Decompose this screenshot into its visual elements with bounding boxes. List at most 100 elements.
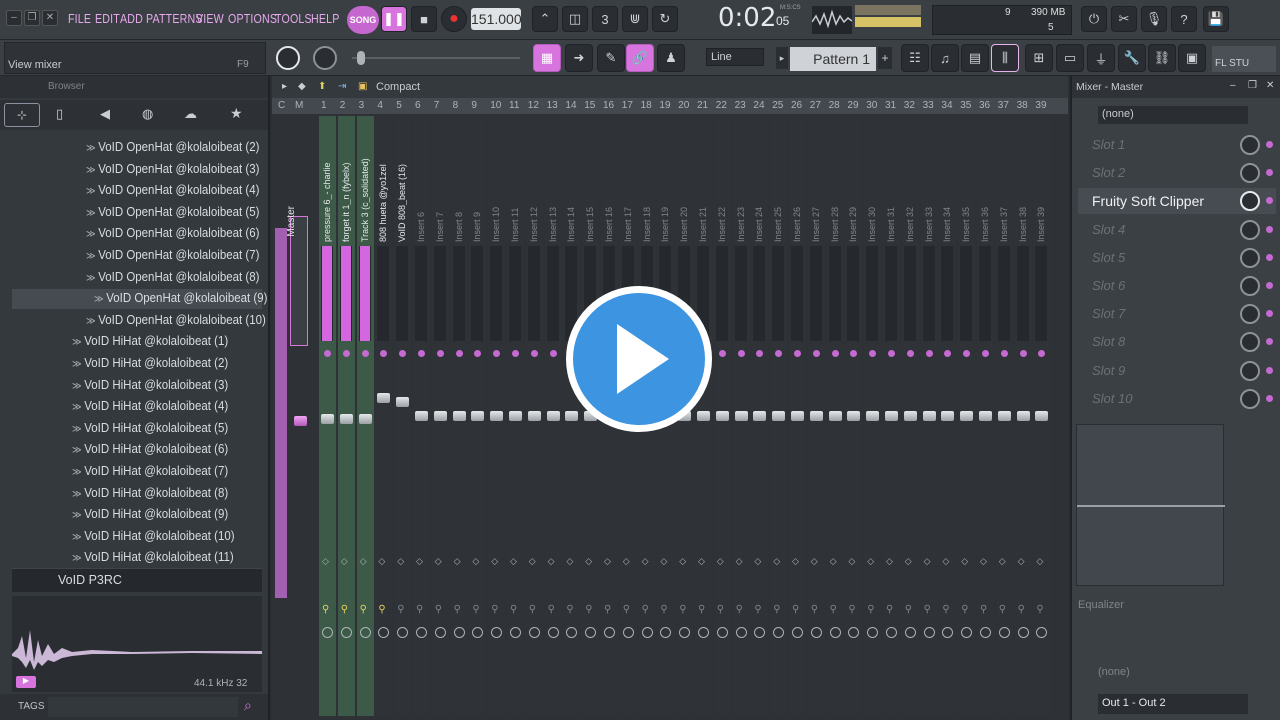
pan-icon[interactable]: ◇	[1036, 556, 1043, 567]
insert-fader[interactable]	[358, 414, 372, 424]
pan-icon[interactable]: ◇	[360, 556, 367, 567]
slot-mix-knob[interactable]	[1240, 135, 1260, 155]
power-icon[interactable]: ⏻	[1081, 6, 1107, 32]
slot-mix-knob[interactable]	[1240, 247, 1260, 268]
slot-mix-knob[interactable]	[1240, 163, 1260, 184]
slot-enable-dot[interactable]	[1266, 394, 1273, 402]
insert-active-dot[interactable]	[831, 350, 839, 357]
insert-fader[interactable]	[753, 411, 767, 421]
menu-item-tools[interactable]: TOOLS	[275, 11, 312, 26]
insert-active-dot[interactable]	[418, 350, 425, 357]
record-arm-icon[interactable]	[453, 627, 465, 638]
insert-fader[interactable]	[772, 411, 786, 421]
loop-record-icon[interactable]: ↻	[652, 6, 678, 32]
eq-graph[interactable]	[1076, 424, 1225, 586]
pan-icon[interactable]: ◇	[454, 556, 461, 567]
browser-item[interactable]: ≫ VoID OpenHat @kolaloibeat (3)	[86, 162, 259, 176]
pan-icon[interactable]: ◇	[604, 556, 611, 567]
insert-fader[interactable]	[471, 411, 485, 421]
route-icon[interactable]: ⚲	[623, 604, 630, 615]
insert-fader[interactable]	[828, 411, 842, 421]
insert-active-dot[interactable]	[1000, 350, 1008, 357]
browser-item[interactable]: ≫ VoID HiHat @kolaloibeat (1)	[72, 334, 228, 348]
insert-active-dot[interactable]	[530, 350, 538, 357]
menu-item-add[interactable]: ADD	[120, 11, 143, 26]
pan-icon[interactable]: ◇	[472, 556, 479, 567]
close-icon[interactable]: ✕	[1266, 80, 1274, 91]
minimize-icon[interactable]: –	[1230, 80, 1236, 91]
pan-icon[interactable]: ◇	[529, 556, 536, 567]
minimize-icon[interactable]: –	[6, 10, 22, 26]
plugin-icon[interactable]: ⏚	[1087, 44, 1115, 72]
cloud-tab-icon[interactable]: ☁	[184, 106, 197, 122]
mixer-link-icon[interactable]: ⇥	[338, 81, 346, 92]
tags-label[interactable]: TAGS	[18, 701, 44, 712]
menu-item-options[interactable]: OPTIONS	[228, 11, 277, 26]
pan-icon[interactable]: ◇	[660, 556, 667, 567]
browser-item[interactable]: ≫ VoID HiHat @kolaloibeat (5)	[72, 421, 228, 435]
metronome-icon[interactable]: ⌃	[532, 6, 558, 32]
pan-icon[interactable]: ◇	[980, 556, 987, 567]
browser-item[interactable]: ≫ VoID HiHat @kolaloibeat (2)	[72, 356, 228, 370]
browser-item[interactable]: ≫ VoID HiHat @kolaloibeat (7)	[72, 464, 228, 478]
wait-input-icon[interactable]: ◫	[562, 6, 588, 32]
browser-item[interactable]: ≫ VoID HiHat @kolaloibeat (3)	[72, 378, 228, 392]
menu-item-help[interactable]: HELP	[311, 11, 340, 26]
slider-handle[interactable]	[357, 51, 365, 65]
waveform-preview[interactable]: ▶ 44.1 kHz 32	[12, 596, 262, 692]
insert-fader[interactable]	[339, 414, 353, 424]
close-icon[interactable]: ✕	[42, 10, 58, 26]
slot-enable-dot[interactable]	[1266, 366, 1273, 374]
route-icon[interactable]: ⚲	[397, 604, 404, 615]
stop-button[interactable]: ■	[411, 6, 437, 32]
insert-fader[interactable]	[433, 411, 447, 421]
insert-fader[interactable]	[960, 411, 974, 421]
cpu-monitor[interactable]: 9 390 MB 5	[932, 5, 1072, 35]
pan-icon[interactable]: ◇	[548, 556, 555, 567]
speaker-tab-icon[interactable]: ◀	[100, 106, 110, 122]
route-icon[interactable]: ⚲	[585, 604, 592, 615]
mixer-layout-icon[interactable]: ▣	[358, 81, 367, 92]
pan-icon[interactable]: ◇	[322, 556, 329, 567]
tempo-display[interactable]: 151.000	[471, 8, 522, 30]
master-fader[interactable]	[294, 416, 307, 426]
record-arm-icon[interactable]	[716, 627, 728, 638]
slot-mix-knob[interactable]	[1240, 304, 1260, 325]
master-volume-knob[interactable]	[276, 46, 300, 70]
project-tree-icon[interactable]: ⊞	[1025, 44, 1053, 72]
route-icon[interactable]: ⚲	[322, 604, 329, 615]
insert-fader[interactable]	[509, 411, 522, 421]
record-arm-icon[interactable]	[829, 627, 841, 638]
record-arm-icon[interactable]	[359, 627, 371, 638]
browser-item[interactable]: ≫ VoID HiHat @kolaloibeat (6)	[72, 442, 228, 456]
insert-fader[interactable]	[941, 411, 955, 421]
record-arm-icon[interactable]	[622, 627, 634, 638]
pattern-selector[interactable]: Pattern 1	[790, 47, 876, 71]
route-icon[interactable]: ⚲	[1036, 604, 1043, 615]
insert-active-dot[interactable]	[925, 350, 933, 357]
slot-enable-dot[interactable]	[1266, 310, 1273, 318]
pan-icon[interactable]: ◇	[942, 556, 949, 567]
insert-active-dot[interactable]	[906, 350, 914, 357]
menu-item-patterns[interactable]: PATTERNS	[146, 11, 203, 26]
pan-icon[interactable]: ◇	[924, 556, 931, 567]
song-mode-toggle[interactable]: SONG	[347, 6, 379, 34]
stamp-icon[interactable]: ♟	[657, 44, 685, 72]
pan-icon[interactable]: ◇	[491, 556, 498, 567]
route-icon[interactable]: ⚲	[924, 604, 931, 615]
video-play-button[interactable]	[566, 286, 712, 432]
insert-fader[interactable]	[1035, 411, 1049, 421]
slot-enable-dot[interactable]	[1266, 169, 1273, 177]
route-icon[interactable]: ⚲	[961, 604, 968, 615]
files-tab-icon[interactable]: ▯	[56, 106, 63, 122]
slot-enable-dot[interactable]	[1266, 141, 1273, 148]
insert-active-dot[interactable]	[737, 350, 745, 357]
microphone-icon[interactable]: 🎙	[1141, 6, 1167, 32]
route-icon[interactable]: ⚲	[754, 604, 761, 615]
route-icon[interactable]: ⚲	[529, 604, 536, 615]
insert-fader[interactable]	[903, 411, 917, 421]
insert-fader[interactable]	[565, 411, 579, 421]
time-display[interactable]: 0:02	[718, 3, 776, 33]
browser-item[interactable]: ≫ VoID HiHat @kolaloibeat (10)	[72, 529, 235, 543]
effect-slot[interactable]: Slot 2	[1078, 160, 1276, 186]
